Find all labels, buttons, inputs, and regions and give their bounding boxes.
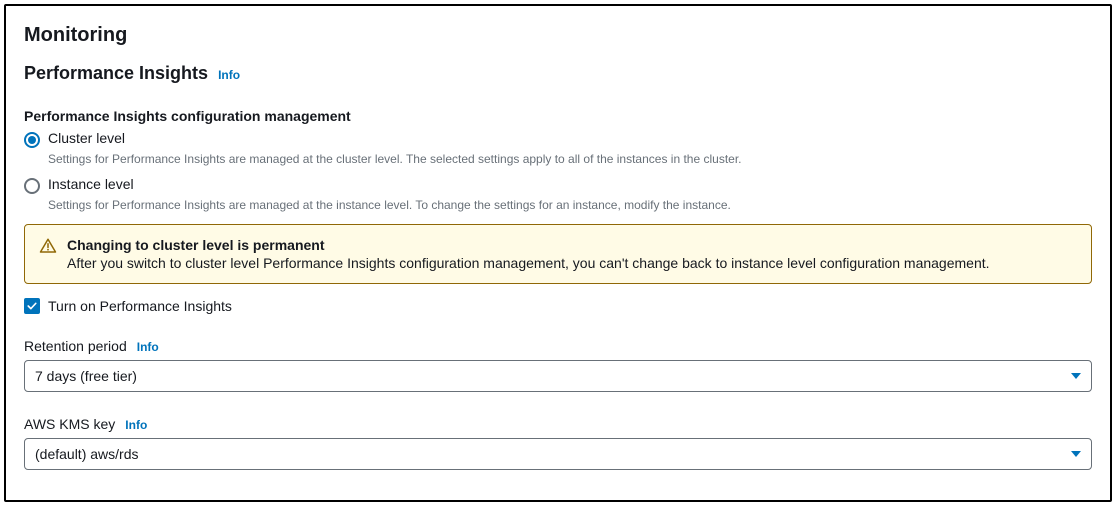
retention-info-link[interactable]: Info (137, 340, 159, 354)
page-title: Monitoring (24, 24, 1092, 47)
kms-info-link[interactable]: Info (125, 418, 147, 432)
kms-value: (default) aws/rds (35, 446, 138, 462)
kms-label: AWS KMS key (24, 416, 115, 432)
warning-alert: Changing to cluster level is permanent A… (24, 224, 1092, 284)
retention-value: 7 days (free tier) (35, 368, 137, 384)
monitoring-panel: Monitoring Performance Insights Info Per… (4, 4, 1112, 502)
enable-pi-label: Turn on Performance Insights (48, 298, 232, 314)
radio-instance-level-label: Instance level (48, 176, 134, 192)
chevron-down-icon (1071, 451, 1081, 457)
radio-cluster-level-desc: Settings for Performance Insights are ma… (48, 152, 1092, 166)
config-mgmt-label: Performance Insights configuration manag… (24, 108, 1092, 124)
radio-cluster-level-label: Cluster level (48, 130, 125, 146)
radio-cluster-level[interactable] (24, 132, 40, 148)
chevron-down-icon (1071, 373, 1081, 379)
radio-instance-level-block: Instance level Settings for Performance … (24, 176, 1092, 212)
kms-block: AWS KMS key Info (default) aws/rds (24, 416, 1092, 470)
enable-pi-row: Turn on Performance Insights (24, 298, 1092, 314)
section-header: Performance Insights Info (24, 63, 1092, 84)
section-info-link[interactable]: Info (218, 68, 240, 82)
radio-instance-level-desc: Settings for Performance Insights are ma… (48, 198, 1092, 212)
section-title: Performance Insights (24, 63, 208, 84)
retention-select[interactable]: 7 days (free tier) (24, 360, 1092, 392)
radio-cluster-level-block: Cluster level Settings for Performance I… (24, 130, 1092, 166)
radio-instance-level[interactable] (24, 178, 40, 194)
enable-pi-checkbox[interactable] (24, 298, 40, 314)
alert-text: After you switch to cluster level Perfor… (67, 255, 990, 271)
warning-icon (39, 237, 57, 255)
kms-select[interactable]: (default) aws/rds (24, 438, 1092, 470)
alert-title: Changing to cluster level is permanent (67, 237, 990, 253)
retention-label: Retention period (24, 338, 127, 354)
retention-block: Retention period Info 7 days (free tier) (24, 338, 1092, 392)
